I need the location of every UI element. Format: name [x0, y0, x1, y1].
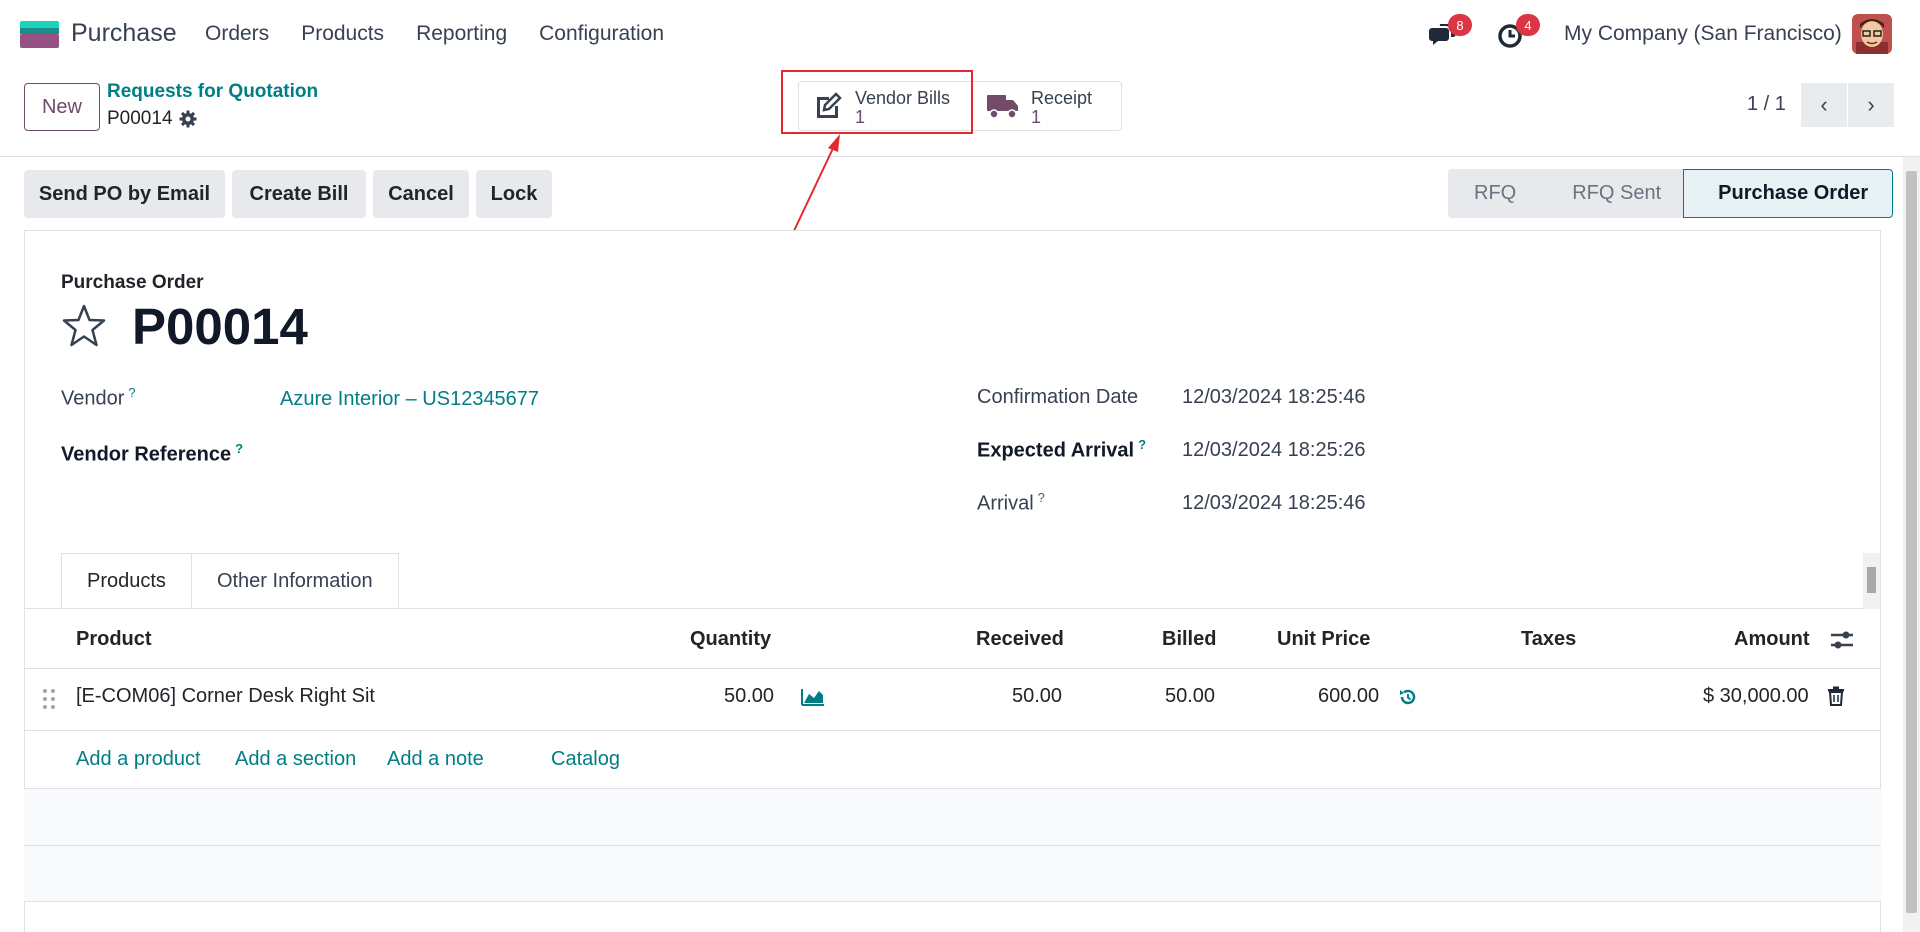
- drag-handle-icon[interactable]: [42, 688, 56, 710]
- history-icon[interactable]: [1398, 687, 1418, 707]
- row-received[interactable]: 50.00: [1012, 685, 1062, 708]
- tab-other-information[interactable]: Other Information: [191, 553, 399, 609]
- add-section-link[interactable]: Add a section: [235, 748, 356, 771]
- help-tooltip-icon[interactable]: ?: [128, 385, 135, 400]
- status-rfq[interactable]: RFQ: [1448, 169, 1539, 218]
- top-navbar: Purchase Orders Products Reporting Confi…: [0, 0, 1920, 69]
- company-switcher[interactable]: My Company (San Francisco): [1564, 22, 1842, 46]
- chevron-left-icon: ‹: [1820, 92, 1828, 117]
- row-divider: [24, 901, 1881, 902]
- gear-icon[interactable]: [179, 110, 197, 128]
- forecast-chart-icon[interactable]: [800, 685, 826, 707]
- row-amount[interactable]: $ 30,000.00: [1703, 685, 1809, 708]
- main-menu: Orders Products Reporting Configuration: [205, 22, 664, 46]
- tab-divider: [24, 608, 1881, 609]
- status-bar: RFQ RFQ Sent Purchase Order: [1448, 169, 1894, 218]
- arrival-label: Arrival?: [977, 490, 1045, 515]
- purchase-app-icon[interactable]: [20, 21, 59, 48]
- notebook-tabs: Products Other Information: [61, 553, 399, 609]
- record-title: P00014: [132, 298, 308, 355]
- menu-products[interactable]: Products: [301, 22, 384, 46]
- pager-value[interactable]: 1 / 1: [1747, 93, 1786, 116]
- menu-configuration[interactable]: Configuration: [539, 22, 664, 46]
- expected-arrival-field[interactable]: 12/03/2024 18:25:26: [1182, 439, 1366, 462]
- status-purchase-order[interactable]: Purchase Order: [1683, 169, 1894, 218]
- breadcrumb-rfq-link[interactable]: Requests for Quotation: [107, 81, 318, 103]
- col-received[interactable]: Received: [976, 628, 1064, 651]
- activities-button[interactable]: 4: [1496, 14, 1540, 50]
- vendor-reference-label: Vendor Reference?: [61, 441, 244, 466]
- confirmation-date-label: Confirmation Date: [977, 386, 1139, 408]
- col-billed[interactable]: Billed: [1162, 628, 1216, 651]
- cancel-button[interactable]: Cancel: [373, 170, 469, 218]
- receipt-button[interactable]: Receipt 1: [973, 82, 1106, 130]
- help-tooltip-icon[interactable]: ?: [1138, 437, 1146, 452]
- empty-row: [24, 846, 1881, 901]
- star-icon[interactable]: [61, 303, 107, 349]
- col-product[interactable]: Product: [76, 628, 152, 651]
- status-rfq-sent[interactable]: RFQ Sent: [1538, 169, 1684, 218]
- receipt-count: 1: [1031, 107, 1042, 127]
- trash-icon[interactable]: [1827, 686, 1845, 706]
- row-billed[interactable]: 50.00: [1165, 685, 1215, 708]
- arrival-field[interactable]: 12/03/2024 18:25:46: [1182, 492, 1366, 515]
- header-divider: [24, 668, 1881, 669]
- row-product[interactable]: [E-COM06] Corner Desk Right Sit: [76, 685, 375, 708]
- catalog-link[interactable]: Catalog: [551, 748, 620, 771]
- help-tooltip-icon[interactable]: ?: [235, 441, 243, 456]
- create-bill-button[interactable]: Create Bill: [232, 170, 366, 218]
- record-type-label: Purchase Order: [61, 272, 204, 293]
- col-unit-price[interactable]: Unit Price: [1277, 628, 1370, 651]
- lock-button[interactable]: Lock: [476, 170, 552, 218]
- vendor-field[interactable]: Azure Interior – US12345677: [280, 388, 539, 411]
- messages-badge: 8: [1448, 14, 1472, 36]
- help-tooltip-icon[interactable]: ?: [1038, 490, 1045, 505]
- activities-badge: 4: [1516, 14, 1540, 36]
- col-quantity[interactable]: Quantity: [690, 628, 771, 651]
- messages-button[interactable]: 8: [1428, 14, 1472, 50]
- menu-orders[interactable]: Orders: [205, 22, 269, 46]
- page-scrollbar[interactable]: [1903, 157, 1920, 932]
- col-amount[interactable]: Amount: [1734, 628, 1810, 651]
- send-po-email-button[interactable]: Send PO by Email: [24, 170, 225, 218]
- pager-next-button[interactable]: ›: [1848, 83, 1894, 127]
- chevron-right-icon: ›: [1867, 92, 1875, 117]
- menu-reporting[interactable]: Reporting: [416, 22, 507, 46]
- app-name[interactable]: Purchase: [71, 19, 177, 48]
- confirmation-date-field[interactable]: 12/03/2024 18:25:46: [1182, 386, 1366, 409]
- column-settings-icon[interactable]: [1830, 630, 1854, 650]
- add-note-link[interactable]: Add a note: [387, 748, 484, 771]
- add-product-link[interactable]: Add a product: [76, 748, 201, 771]
- expected-arrival-label: Expected Arrival?: [977, 437, 1147, 462]
- row-unit-price[interactable]: 600.00: [1318, 685, 1379, 708]
- annotation-highlight-box: [781, 70, 973, 134]
- tab-products[interactable]: Products: [61, 553, 192, 609]
- breadcrumb-current: P00014: [107, 108, 197, 130]
- breadcrumb-record-name: P00014: [107, 108, 173, 129]
- pager-previous-button[interactable]: ‹: [1801, 83, 1847, 127]
- row-quantity[interactable]: 50.00: [724, 685, 774, 708]
- new-button[interactable]: New: [24, 83, 100, 131]
- empty-row: [24, 789, 1881, 845]
- vendor-label: Vendor?: [61, 385, 136, 410]
- receipt-label: Receipt: [1031, 88, 1093, 108]
- col-taxes[interactable]: Taxes: [1521, 628, 1576, 651]
- user-avatar[interactable]: [1852, 14, 1892, 54]
- truck-icon: [987, 95, 1018, 119]
- tabs-scrollbar[interactable]: [1863, 553, 1880, 609]
- row-divider: [24, 730, 1881, 731]
